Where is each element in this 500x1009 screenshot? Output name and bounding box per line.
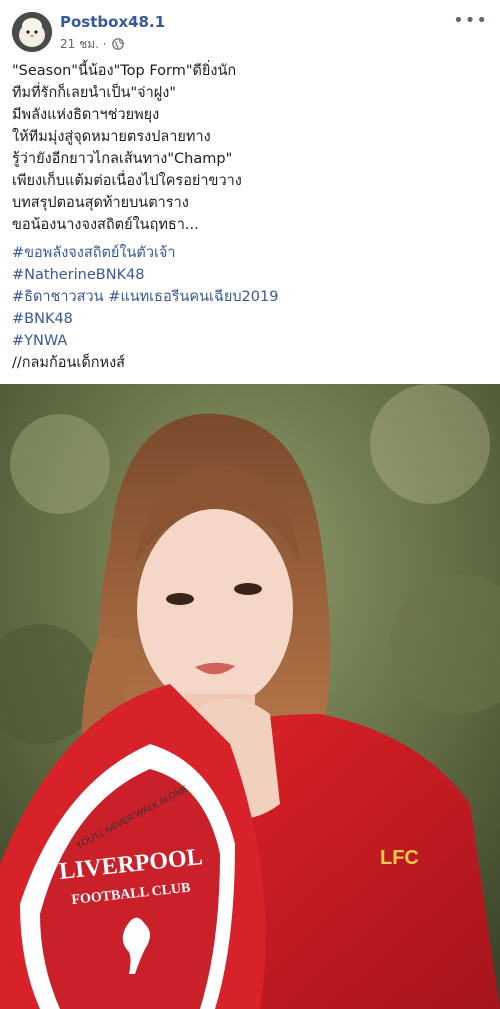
globe-icon <box>112 38 125 53</box>
author-name[interactable]: Postbox48.1 <box>60 13 165 31</box>
hashtag-link[interactable]: #NatherineBNK48 <box>12 264 488 286</box>
hashtag-link[interactable]: #ขอพลังจงสถิตย์ในตัวเจ้า <box>12 242 488 264</box>
post-line: รู้ว่ายังอีกยาวไกลเส้นทาง"Champ" <box>12 151 233 167</box>
author-avatar[interactable] <box>12 12 52 52</box>
post-signature: //กลมก้อนเด็กหงส์ <box>12 355 126 371</box>
post-line: บทสรุปตอนสุดท้ายบนตาราง <box>12 195 189 211</box>
shirt-logo-text: LFC <box>380 847 419 869</box>
post-line: ให้ทีมมุ่งสู่จุดหมายตรงปลายทาง <box>12 129 211 145</box>
post-time[interactable]: 21 ชม. <box>60 37 99 51</box>
post-line: "Season"นี้น้อง"Top Form"ดียิ่งนัก <box>12 63 237 79</box>
hashtag-link[interactable]: #YNWA <box>12 330 488 352</box>
post-text: "Season"นี้น้อง"Top Form"ดียิ่งนัก ทีมที… <box>12 60 488 374</box>
photo-illustration: LFC YOU'LL NEVER WALK ALONE LIVERPOOL FO… <box>0 384 500 1009</box>
post-line: เพียงเก็บแต้มต่อเนื่องไปใครอย่าขวาง <box>12 173 242 189</box>
post-line: ทีมที่รักก็เลยนำเป็น"จ่าฝูง" <box>12 85 177 101</box>
more-options-icon[interactable]: ••• <box>453 10 488 31</box>
post-header: Postbox48.1 21 ชม. · ••• <box>12 10 490 54</box>
hashtag-link[interactable]: #ธิดาชาวสวน #แนทเธอรีนคนเฉียบ2019 <box>12 286 488 308</box>
meta-separator: · <box>102 37 107 51</box>
post-photo[interactable]: LFC YOU'LL NEVER WALK ALONE LIVERPOOL FO… <box>0 384 500 1009</box>
post-line: มีพลังแห่งธิดาฯช่วยพยุง <box>12 107 160 123</box>
hashtag-link[interactable]: #BNK48 <box>12 308 488 330</box>
post-meta: 21 ชม. · <box>60 35 125 54</box>
facebook-post: Postbox48.1 21 ชม. · ••• "Season"นี้น้อง… <box>0 0 500 1009</box>
hashtag-list: #ขอพลังจงสถิตย์ในตัวเจ้า #NatherineBNK48… <box>12 242 488 374</box>
post-line: ขอน้องนางจงสถิตย์ในฤทธา... <box>12 217 199 233</box>
